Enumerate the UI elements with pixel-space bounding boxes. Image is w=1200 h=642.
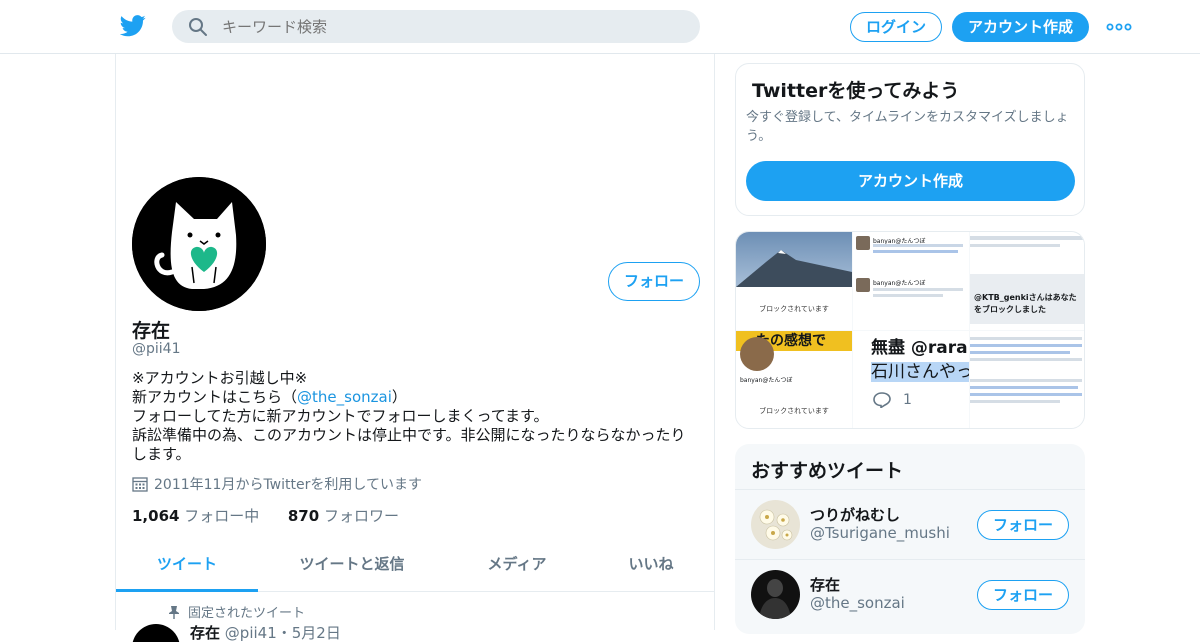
tweet-header: 存在 @pii41・5月2日 bbox=[190, 622, 341, 642]
recommended-tweets: おすすめツイート つりがねむし @Tsurigane_mushi フォロー 存在… bbox=[735, 444, 1085, 634]
media-tile[interactable]: 無盡 @rarara 石川さんやっ 1 bbox=[853, 331, 969, 428]
thumb-line bbox=[873, 288, 963, 291]
signup-card-text: 今すぐ登録して、タイムラインをカスタマイズしましょう。 bbox=[746, 110, 1069, 144]
recommended-user[interactable]: つりがねむし @Tsurigane_mushi フォロー bbox=[735, 489, 1085, 559]
signup-button[interactable]: アカウント作成 bbox=[952, 12, 1089, 42]
joined-text: 2011年11月からTwitterを利用しています bbox=[154, 477, 422, 493]
bio-line: 訴訟準備中の為、このアカウントは停止中です。非公開になったりならなかったりします… bbox=[132, 426, 686, 463]
blocked-text: ブロックされています bbox=[759, 305, 829, 313]
profile-name: 存在 bbox=[132, 320, 171, 342]
signup-card: Twitterを使ってみよう 今すぐ登録して、タイムラインをカスタマイズしましょ… bbox=[735, 63, 1085, 216]
thumb-line bbox=[970, 351, 1070, 354]
media-tile[interactable] bbox=[970, 331, 1084, 428]
flower-avatar-icon bbox=[751, 500, 800, 549]
pin-icon bbox=[169, 606, 179, 619]
avatar[interactable] bbox=[751, 500, 800, 549]
profile-column: フォロー 存在 @pii41 ※アカウントお引越し中※ 新アカウントはこちら（@… bbox=[115, 54, 715, 642]
tab-tweets[interactable]: ツイート bbox=[116, 540, 258, 592]
tab-media[interactable]: メディア bbox=[446, 540, 588, 592]
twitter-bird-icon[interactable] bbox=[120, 14, 146, 38]
recommended-name[interactable]: 存在 bbox=[810, 574, 840, 595]
thumb-line bbox=[970, 358, 1082, 361]
thumb-line bbox=[970, 400, 1060, 403]
signup-card-title: Twitterを使ってみよう bbox=[752, 80, 960, 102]
profile-bio: ※アカウントお引越し中※ 新アカウントはこちら（@the_sonzai） フォロ… bbox=[132, 369, 692, 464]
following-label: フォロー中 bbox=[184, 507, 260, 525]
tab-likes[interactable]: いいね bbox=[586, 540, 716, 592]
media-tile[interactable]: ブロックされています bbox=[736, 232, 852, 330]
ishikawa-text: 石川さんやっ bbox=[871, 357, 969, 382]
follow-button[interactable]: フォロー bbox=[977, 510, 1069, 540]
bio-line: ※アカウントお引越し中※ bbox=[132, 369, 308, 387]
more-options-icon[interactable] bbox=[1106, 17, 1132, 37]
thumb-line bbox=[970, 337, 1082, 340]
pinned-tweet-label: 固定されたツイート bbox=[168, 602, 305, 621]
tab-tweets-replies[interactable]: ツイートと返信 bbox=[281, 540, 423, 592]
muzin-text: 無盡 @rarara bbox=[871, 338, 969, 358]
top-navigation-bar: ログイン アカウント作成 bbox=[0, 0, 1200, 54]
reply-icon bbox=[873, 392, 891, 408]
cat-avatar-icon bbox=[132, 177, 266, 311]
bio-text: 新アカウントはこちら（ bbox=[132, 388, 298, 406]
highlight: 石川さんやっ bbox=[871, 362, 969, 382]
bio-text: ） bbox=[391, 388, 407, 406]
recommended-name[interactable]: つりがねむし bbox=[810, 504, 900, 525]
thumb-line bbox=[970, 393, 1082, 396]
recommended-user[interactable]: 存在 @the_sonzai フォロー bbox=[735, 559, 1085, 629]
profile-handle: @pii41 bbox=[132, 341, 181, 357]
joined-date: 2011年11月からTwitterを利用しています bbox=[132, 474, 422, 494]
signup-card-button[interactable]: アカウント作成 bbox=[746, 161, 1075, 201]
avatar[interactable] bbox=[132, 177, 266, 311]
recommended-handle: @the_sonzai bbox=[810, 594, 905, 612]
thumb-line bbox=[873, 244, 963, 247]
profile-tabs: ツイート ツイートと返信 メディア いいね bbox=[116, 540, 714, 592]
following-count: 1,064 bbox=[132, 507, 180, 525]
pinned-text: 固定されたツイート bbox=[188, 606, 306, 621]
tweet-avatar[interactable] bbox=[132, 624, 180, 642]
thumb-avatar bbox=[856, 278, 870, 292]
blocked-text: ブロックされています bbox=[759, 407, 829, 415]
thumb-line bbox=[970, 379, 1082, 382]
bio-line: 新アカウントはこちら（@the_sonzai） bbox=[132, 388, 692, 407]
thumb-user: banyan@たんつぼ bbox=[740, 377, 793, 384]
thumb-line bbox=[970, 344, 1082, 347]
follow-button[interactable]: フォロー bbox=[608, 262, 700, 301]
media-tile[interactable]: banyan@たんつぼ banyan@たんつぼ bbox=[853, 232, 969, 330]
followers-count: 870 bbox=[287, 507, 320, 525]
new-account-link[interactable]: @the_sonzai bbox=[297, 388, 392, 406]
recommended-title: おすすめツイート bbox=[751, 460, 904, 482]
thumb-line bbox=[970, 236, 1084, 240]
thumb-avatar bbox=[740, 337, 774, 371]
thumb-line bbox=[970, 386, 1078, 389]
media-gallery[interactable]: ブロックされています banyan@たんつぼ banyan@たんつぼ @KTB_… bbox=[735, 231, 1085, 429]
calendar-icon bbox=[132, 477, 148, 492]
thumb-avatar bbox=[856, 236, 870, 250]
thumb-line bbox=[873, 250, 958, 253]
dark-figure-avatar-icon bbox=[751, 570, 800, 619]
reply-count: 1 bbox=[903, 392, 912, 408]
thumb-line bbox=[873, 294, 943, 297]
recommended-handle: @Tsurigane_mushi bbox=[810, 524, 950, 542]
search-input[interactable] bbox=[222, 10, 682, 43]
media-tile[interactable]: たの感想で banyan@たんつぼ ブロックされています bbox=[736, 331, 852, 428]
followers-label: フォロワー bbox=[323, 507, 399, 525]
bio-line: フォローしてた方に新アカウントでフォローしまくってます。 bbox=[132, 407, 549, 425]
media-tile[interactable]: @KTB_genkiさんはあなたをブロックしました bbox=[970, 232, 1084, 330]
search-icon bbox=[189, 18, 207, 36]
ktb-block-text: @KTB_genkiさんはあなたをブロックしました bbox=[974, 293, 1077, 314]
avatar[interactable] bbox=[751, 570, 800, 619]
pinned-tweet[interactable]: 存在 @pii41・5月2日 bbox=[132, 622, 692, 642]
profile-stats: 1,064 フォロー中 870 フォロワー bbox=[132, 505, 399, 526]
thumb-line bbox=[970, 244, 1060, 247]
tweet-author: 存在 bbox=[190, 624, 221, 642]
follow-button[interactable]: フォロー bbox=[977, 580, 1069, 610]
search-box[interactable] bbox=[172, 10, 700, 43]
mountain-image bbox=[736, 250, 852, 287]
followers-stat[interactable]: 870 フォロワー bbox=[288, 507, 399, 525]
login-button[interactable]: ログイン bbox=[850, 12, 942, 42]
following-stat[interactable]: 1,064 フォロー中 bbox=[132, 507, 259, 525]
thumb-user: banyan@たんつぼ bbox=[873, 280, 926, 287]
tweet-meta: @pii41・5月2日 bbox=[224, 624, 341, 642]
